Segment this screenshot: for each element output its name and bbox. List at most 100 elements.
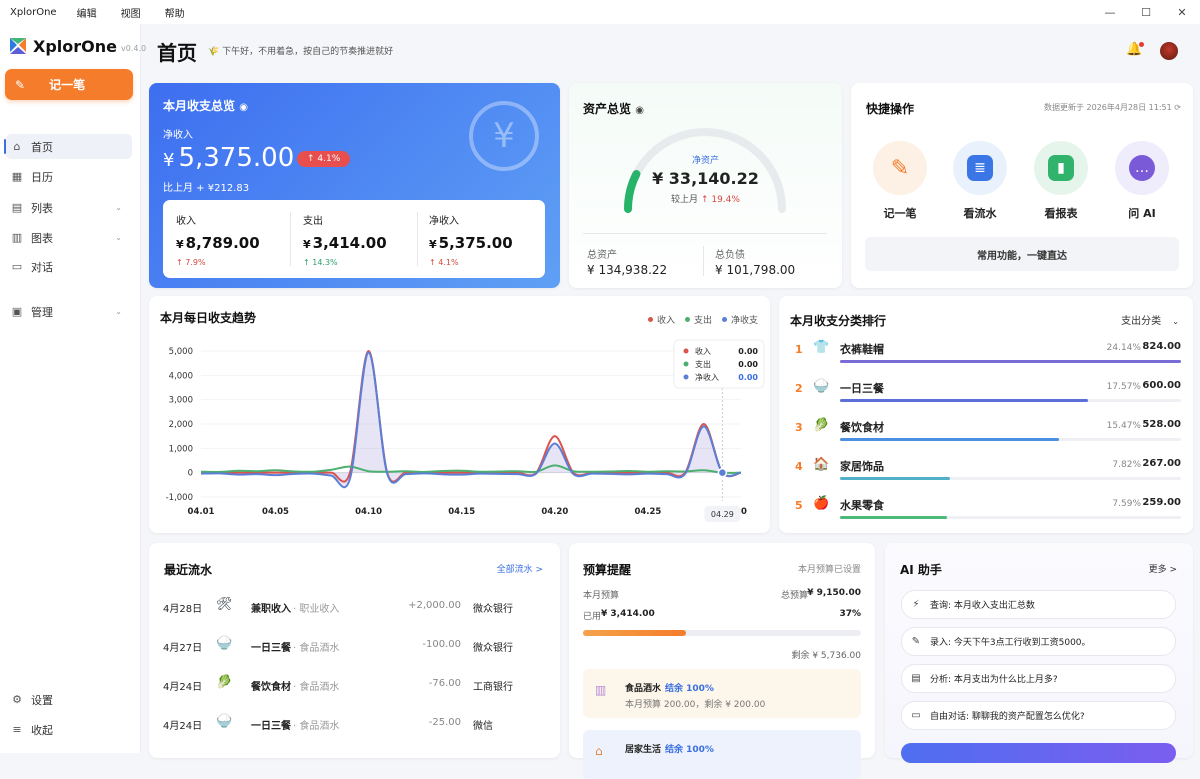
- close-button[interactable]: ✕: [1164, 0, 1200, 24]
- category-percent: 7.59%: [1112, 499, 1141, 509]
- income-card-title: 本月收支总览 ◉: [163, 99, 248, 113]
- total-debt-label: 总负债: [715, 250, 745, 261]
- transaction-row[interactable]: 4月24日 🍚 一日三餐 · 食品酒水 -25.00 微信: [163, 711, 549, 739]
- house-icon: ⌂: [595, 744, 603, 758]
- eye-icon[interactable]: ◉: [635, 105, 644, 116]
- sidebar-item-label: 对话: [31, 260, 53, 274]
- budget-title: 预算提醒: [583, 563, 632, 577]
- category-icon: 🥬: [813, 418, 830, 433]
- x-tick-label: 04.20: [541, 507, 568, 517]
- category-name: 家居饰品: [840, 460, 884, 473]
- menu-app[interactable]: XplorOne: [10, 7, 57, 18]
- minimize-button[interactable]: —: [1092, 0, 1128, 24]
- hover-point: [717, 467, 728, 478]
- chat-icon: ▭: [11, 260, 23, 273]
- used-percent: 37%: [839, 609, 861, 619]
- app-version: v0.4.0: [121, 43, 147, 53]
- rank-row[interactable]: 3 🥬 餐饮食材 15.47% 528.00: [793, 414, 1181, 452]
- total-budget-label: 总预算: [781, 591, 809, 601]
- quick-actions-card: 快捷操作 数据更新于 2026年4月28日 11:51 ⟳ ✎ 记一笔 ≣ 看流…: [851, 83, 1193, 288]
- sidebar-item-label: 管理: [31, 305, 53, 319]
- quick-action-ledger[interactable]: ≣ 看流水: [945, 141, 1015, 221]
- sidebar-item-chat[interactable]: ▭ 对话: [6, 254, 132, 279]
- refresh-icon[interactable]: ⟳: [1174, 103, 1181, 112]
- window-controls: — ☐ ✕: [1092, 0, 1200, 24]
- quick-action-report[interactable]: ▮ 看报表: [1026, 141, 1096, 221]
- tooltip-dot: [683, 374, 689, 380]
- sidebar-item-calendar[interactable]: ▦ 日历: [6, 164, 132, 189]
- recent-transactions-card: 最近流水 全部流水 > 4月28日 🛠 兼职收入 · 职业收入 +2,000.00…: [149, 543, 560, 758]
- total-assets-label: 总资产: [587, 250, 617, 261]
- category-percent: 15.47%: [1106, 421, 1141, 431]
- rank-row[interactable]: 2 🍚 一日三餐 17.57% 600.00: [793, 375, 1181, 413]
- action-circle: ▮: [1034, 141, 1088, 195]
- ai-prompt-analysis[interactable]: ▤ 分析: 本月支出为什么比上月多?: [901, 664, 1176, 693]
- ai-prompt-chat[interactable]: ▭ 自由对话: 聊聊我的资产配置怎么优化?: [901, 701, 1176, 730]
- x-tick-label: 04.05: [262, 507, 289, 517]
- pencil-icon: ✎: [15, 77, 26, 92]
- ai-title: AI 助手: [900, 563, 942, 577]
- eye-icon[interactable]: ◉: [239, 102, 248, 113]
- category-name: 水果零食: [840, 499, 884, 512]
- income-series-line: [201, 349, 742, 483]
- rank-bar-track: [840, 399, 1181, 402]
- sidebar-settings[interactable]: ⚙ 设置: [6, 687, 132, 712]
- transaction-row[interactable]: 4月24日 🥬 餐饮食材 · 食品酒水 -76.00 工商银行: [163, 672, 549, 700]
- view-all-link[interactable]: 全部流水 >: [497, 562, 543, 575]
- sidebar-item-list[interactable]: ▤ 列表 ⌄: [6, 195, 132, 220]
- sidebar-item-label: 图表: [31, 231, 53, 245]
- chevron-down-icon: ⌄: [1172, 317, 1179, 326]
- chevron-down-icon: ⌄: [115, 307, 122, 316]
- net-area: [201, 352, 741, 488]
- txn-name: 餐饮食材 · 食品酒水: [251, 682, 340, 693]
- txn-date: 4月28日: [163, 604, 203, 615]
- category-dropdown[interactable]: 支出分类 ⌄: [1121, 312, 1179, 327]
- sidebar-item-chart[interactable]: ▥ 图表 ⌄: [6, 225, 132, 250]
- sidebar-item-label: 收起: [31, 723, 53, 737]
- page-title: 首页: [157, 41, 197, 65]
- category-amount: 600.00: [1142, 380, 1181, 391]
- menu-bar: XplorOne 编辑 视图 帮助 — ☐ ✕: [0, 0, 1200, 24]
- divider: [290, 212, 291, 266]
- avatar[interactable]: [1160, 42, 1178, 60]
- sidebar-collapse[interactable]: ≡ 收起: [6, 717, 132, 742]
- divider: [583, 233, 827, 234]
- tooltip-value: 0.00: [738, 373, 758, 382]
- menu-edit[interactable]: 编辑: [77, 5, 97, 20]
- rank-number: 1: [795, 343, 803, 356]
- rank-number: 5: [795, 499, 803, 512]
- app-name: XplorOne: [33, 36, 117, 56]
- maximize-button[interactable]: ☐: [1128, 0, 1164, 24]
- net-income-label: 净收入: [163, 130, 193, 141]
- y-tick-label: 0: [188, 469, 193, 479]
- menu-view[interactable]: 视图: [121, 5, 141, 20]
- record-button[interactable]: ✎ 记一笔: [5, 69, 133, 100]
- ai-start-button[interactable]: [901, 743, 1176, 763]
- sidebar-item-manage[interactable]: ▣ 管理 ⌄: [6, 299, 132, 324]
- action-label: 看报表: [1044, 207, 1078, 220]
- category-percent: 17.57%: [1106, 382, 1141, 392]
- ai-prompt-query[interactable]: ⚡ 查询: 本月收入支出汇总数: [901, 590, 1176, 619]
- used-label: 已用: [583, 612, 602, 622]
- rank-row[interactable]: 5 🍎 水果零食 7.59% 259.00: [793, 492, 1181, 530]
- ai-prompt-entry[interactable]: ✎ 录入: 今天下午3点工行收到工资5000。: [901, 627, 1176, 656]
- category-icon: 🍚: [813, 379, 830, 394]
- notification-dot: [1139, 42, 1145, 47]
- total-debt-value: ¥ 101,798.00: [715, 263, 796, 277]
- trend-chart[interactable]: 5,000 4,000 3,000 2,000 1,000 0 -1,000 04.01 04.…: [149, 296, 770, 533]
- quick-action-record[interactable]: ✎ 记一笔: [865, 141, 935, 221]
- remaining: 剩余 ¥ 5,736.00: [791, 651, 861, 661]
- transaction-row[interactable]: 4月28日 🛠 兼职收入 · 职业收入 +2,000.00 微众银行: [163, 594, 549, 622]
- rank-row[interactable]: 4 🏠 家居饰品 7.82% 267.00: [793, 453, 1181, 491]
- rank-row[interactable]: 1 👕 衣裤鞋帽 24.14% 824.00: [793, 336, 1181, 374]
- menu-help[interactable]: 帮助: [165, 5, 185, 20]
- bell-icon[interactable]: 🔔: [1126, 42, 1145, 57]
- quick-action-ai[interactable]: … 问 AI: [1107, 141, 1177, 221]
- budget-item[interactable]: ⌂ 居家生活 结余 100%: [583, 730, 861, 779]
- more-link[interactable]: 更多 >: [1149, 562, 1177, 575]
- transaction-row[interactable]: 4月27日 🍚 一日三餐 · 食品酒水 -100.00 微众银行: [163, 633, 549, 661]
- tooltip-value: 0.00: [738, 347, 758, 356]
- sidebar-item-home[interactable]: ⌂ 首页: [4, 134, 132, 159]
- budget-item[interactable]: ▥ 食品酒水 结余 100% 本月预算 200.00，剩余 ¥ 200.00: [583, 669, 861, 718]
- record-button-label: 记一笔: [49, 78, 86, 92]
